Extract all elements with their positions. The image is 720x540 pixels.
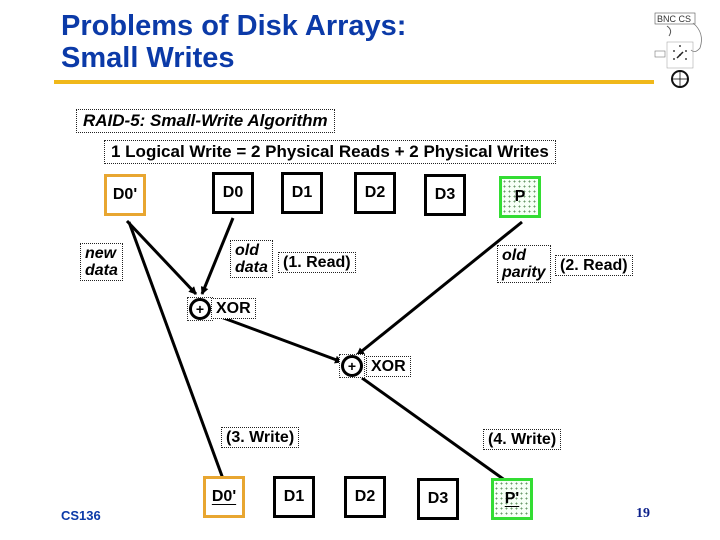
new-data-block-label: D0' xyxy=(112,186,138,203)
disk-label: D3 xyxy=(434,186,456,203)
old-parity-label: old parity xyxy=(497,245,551,283)
xor-plus-icon: + xyxy=(341,355,363,377)
new-data-label-line1: new xyxy=(85,245,117,262)
disk-label: P' xyxy=(504,490,520,507)
disk-parity: P xyxy=(499,176,541,218)
disk-label: D1 xyxy=(283,488,305,505)
new-data-block: D0' xyxy=(104,174,146,216)
disk-d3: D3 xyxy=(424,174,466,216)
disk-d3-after: D3 xyxy=(417,478,459,520)
arrow-new-data-to-write xyxy=(127,221,228,488)
arrow-new-data-to-xor1 xyxy=(125,219,198,296)
disk-d1: D1 xyxy=(281,172,323,214)
disk-d0-new: D0' xyxy=(203,476,245,518)
write-3-label: (3. Write) xyxy=(221,427,300,448)
xor-plus-icon: + xyxy=(189,298,211,320)
read-1-label: (1. Read) xyxy=(278,252,356,273)
disk-label: D0' xyxy=(211,488,237,505)
page-number: 19 xyxy=(636,506,650,521)
disk-parity-new: P' xyxy=(491,478,533,520)
write-4-label: (4. Write) xyxy=(483,429,562,450)
xor-1-label: XOR xyxy=(211,298,256,319)
disk-d0: D0 xyxy=(212,172,254,214)
xor-symbol: + xyxy=(195,301,205,317)
xor-2-node: + xyxy=(339,354,365,378)
old-data-label: old data xyxy=(230,240,273,278)
read-2-label: (2. Read) xyxy=(555,255,633,276)
disk-label: D0 xyxy=(222,184,244,201)
disk-label: D1 xyxy=(291,184,313,201)
xor-symbol: + xyxy=(347,358,357,374)
old-data-label-line2: data xyxy=(235,259,268,276)
new-data-label-line2: data xyxy=(85,262,118,279)
arrow-parity-to-xor2 xyxy=(356,220,523,357)
disk-label: D3 xyxy=(427,490,449,507)
old-parity-label-line1: old xyxy=(502,247,526,264)
disk-label: P xyxy=(514,188,526,205)
course-code: CS136 xyxy=(61,508,101,523)
old-data-label-line1: old xyxy=(235,242,259,259)
disk-d2: D2 xyxy=(354,172,396,214)
arrow-old-data-to-xor1 xyxy=(200,217,235,295)
disk-d1-after: D1 xyxy=(273,476,315,518)
disk-label: D2 xyxy=(364,184,386,201)
old-parity-label-line2: parity xyxy=(502,264,546,281)
new-data-label: new data xyxy=(80,243,123,281)
xor-1-node: + xyxy=(187,297,213,321)
arrow-xor1-to-xor2 xyxy=(209,311,343,364)
disk-label: D2 xyxy=(354,488,376,505)
disk-d2-after: D2 xyxy=(344,476,386,518)
xor-2-label: XOR xyxy=(366,356,411,377)
